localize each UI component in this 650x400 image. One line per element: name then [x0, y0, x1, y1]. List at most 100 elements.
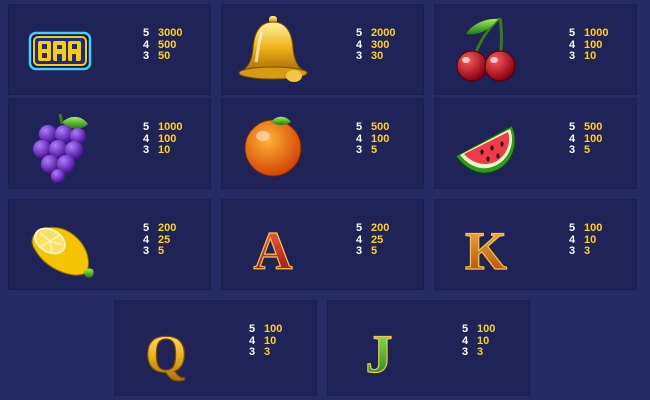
payout-row: 35 [356, 144, 389, 157]
payout-list: 5 500 4 100 35 [569, 121, 603, 157]
payout-list: 5 100 4 10 33 [249, 323, 283, 359]
letter-j-icon: J [335, 306, 421, 386]
payout-row: 3 10 [143, 144, 182, 157]
payout-row: 5 100 [249, 323, 283, 336]
payout-list: 5 200 4 25 35 [143, 222, 177, 258]
payout-value: 500 [371, 121, 390, 133]
symbol-count: 3 [249, 346, 256, 358]
payout-row: 35 [569, 144, 602, 157]
payout-list: 5 100 4 10 33 [569, 222, 603, 258]
payout-row: 3 10 [569, 50, 608, 63]
svg-text:J: J [366, 324, 393, 384]
payout-value: 100 [584, 222, 603, 234]
lemon-icon [16, 205, 102, 285]
payout-row: 5 500 [569, 121, 603, 134]
payout-value: 200 [371, 222, 390, 234]
payout-list: 5 3000 4 500 3 50 [143, 27, 183, 63]
payout-row: 33 [462, 346, 495, 359]
payout-value: 5 [584, 144, 591, 156]
symbol-count: 5 [143, 121, 150, 133]
symbol-count: 5 [356, 27, 363, 39]
paytable-cell-bell: 5 2000 4 300 3 30 [221, 4, 424, 95]
symbol-count: 3 [143, 245, 150, 257]
svg-text:Q: Q [145, 324, 187, 384]
symbol-count: 3 [569, 144, 576, 156]
payout-value: 50 [158, 50, 171, 62]
svg-text:K: K [465, 221, 507, 281]
watermelon-icon [442, 104, 528, 184]
paytable-cell-j: J 5 100 4 10 33 [327, 300, 530, 396]
payout-row: 35 [143, 245, 176, 258]
payout-value: 10 [158, 144, 171, 156]
orange-icon [229, 104, 315, 184]
payout-value: 3000 [158, 27, 183, 39]
payout-value: 5 [371, 144, 378, 156]
payout-value: 3 [477, 346, 484, 358]
symbol-count: 3 [143, 144, 150, 156]
paytable-cell-cherry: 5 1000 4 100 3 10 [434, 4, 637, 95]
payout-row: 5 200 [143, 222, 177, 235]
paytable-cell-orange: 5 500 4 100 35 [221, 98, 424, 189]
payout-value: 5 [158, 245, 165, 257]
symbol-count: 3 [356, 50, 363, 62]
letter-a-icon: A [229, 205, 315, 285]
payout-row: 3 50 [143, 50, 182, 63]
payout-list: 5 2000 4 300 3 30 [356, 27, 395, 63]
payout-value: 1000 [584, 27, 609, 39]
symbol-count: 5 [356, 222, 363, 234]
payout-row: 5 100 [462, 323, 496, 336]
symbol-count: 5 [569, 121, 576, 133]
payout-row: 35 [356, 245, 389, 258]
payout-list: 5 100 4 10 33 [462, 323, 496, 359]
bell-icon [229, 10, 315, 90]
letter-k-icon: K [442, 205, 528, 285]
symbol-count: 5 [143, 222, 150, 234]
symbol-count: 5 [569, 27, 576, 39]
payout-list: 5 1000 4 100 3 10 [569, 27, 609, 63]
grapes-icon [16, 104, 102, 184]
symbol-count: 3 [356, 245, 363, 257]
symbol-count: 5 [143, 27, 150, 39]
payout-list: 5 500 4 100 35 [356, 121, 390, 157]
payout-row: 5 2000 [356, 27, 395, 40]
payout-row: 5 3000 [143, 27, 183, 40]
symbol-count: 5 [356, 121, 363, 133]
payout-value: 500 [584, 121, 603, 133]
paytable-cell-grapes: 5 1000 4 100 3 10 [8, 98, 211, 189]
paytable-cell-q: Q 5 100 4 10 33 [114, 300, 317, 396]
paytable-cell-k: K 5 100 4 10 33 [434, 199, 637, 290]
payout-value: 100 [477, 323, 496, 335]
cherry-icon [442, 10, 528, 90]
symbol-count: 3 [569, 50, 576, 62]
symbol-count: 3 [356, 144, 363, 156]
payout-row: 5 500 [356, 121, 390, 134]
symbol-count: 3 [462, 346, 469, 358]
symbol-count: 5 [569, 222, 576, 234]
payout-value: 3 [264, 346, 271, 358]
payout-value: 30 [371, 50, 384, 62]
payout-row: 33 [569, 245, 602, 258]
payout-row: 33 [249, 346, 282, 359]
paytable-cell-lemon: 5 200 4 25 35 [8, 199, 211, 290]
letter-q-icon: Q [122, 306, 208, 386]
payout-value: 5 [371, 245, 378, 257]
payout-row: 3 30 [356, 50, 395, 63]
paytable-cell-a: A 5 200 4 25 35 [221, 199, 424, 290]
payout-row: 5 200 [356, 222, 390, 235]
payout-value: 100 [264, 323, 283, 335]
paytable-cell-bar: 5 3000 4 500 3 50 [8, 4, 211, 95]
symbol-count: 3 [569, 245, 576, 257]
payout-value: 1000 [158, 121, 183, 133]
payout-row: 5 1000 [143, 121, 183, 134]
payout-row: 5 100 [569, 222, 603, 235]
payout-list: 5 200 4 25 35 [356, 222, 390, 258]
payout-value: 10 [584, 50, 597, 62]
symbol-count: 5 [249, 323, 256, 335]
bar-icon [16, 10, 102, 90]
payout-value: 200 [158, 222, 177, 234]
symbol-count: 5 [462, 323, 469, 335]
symbol-count: 3 [143, 50, 150, 62]
payout-row: 5 1000 [569, 27, 609, 40]
payout-list: 5 1000 4 100 3 10 [143, 121, 183, 157]
payout-value: 3 [584, 245, 591, 257]
